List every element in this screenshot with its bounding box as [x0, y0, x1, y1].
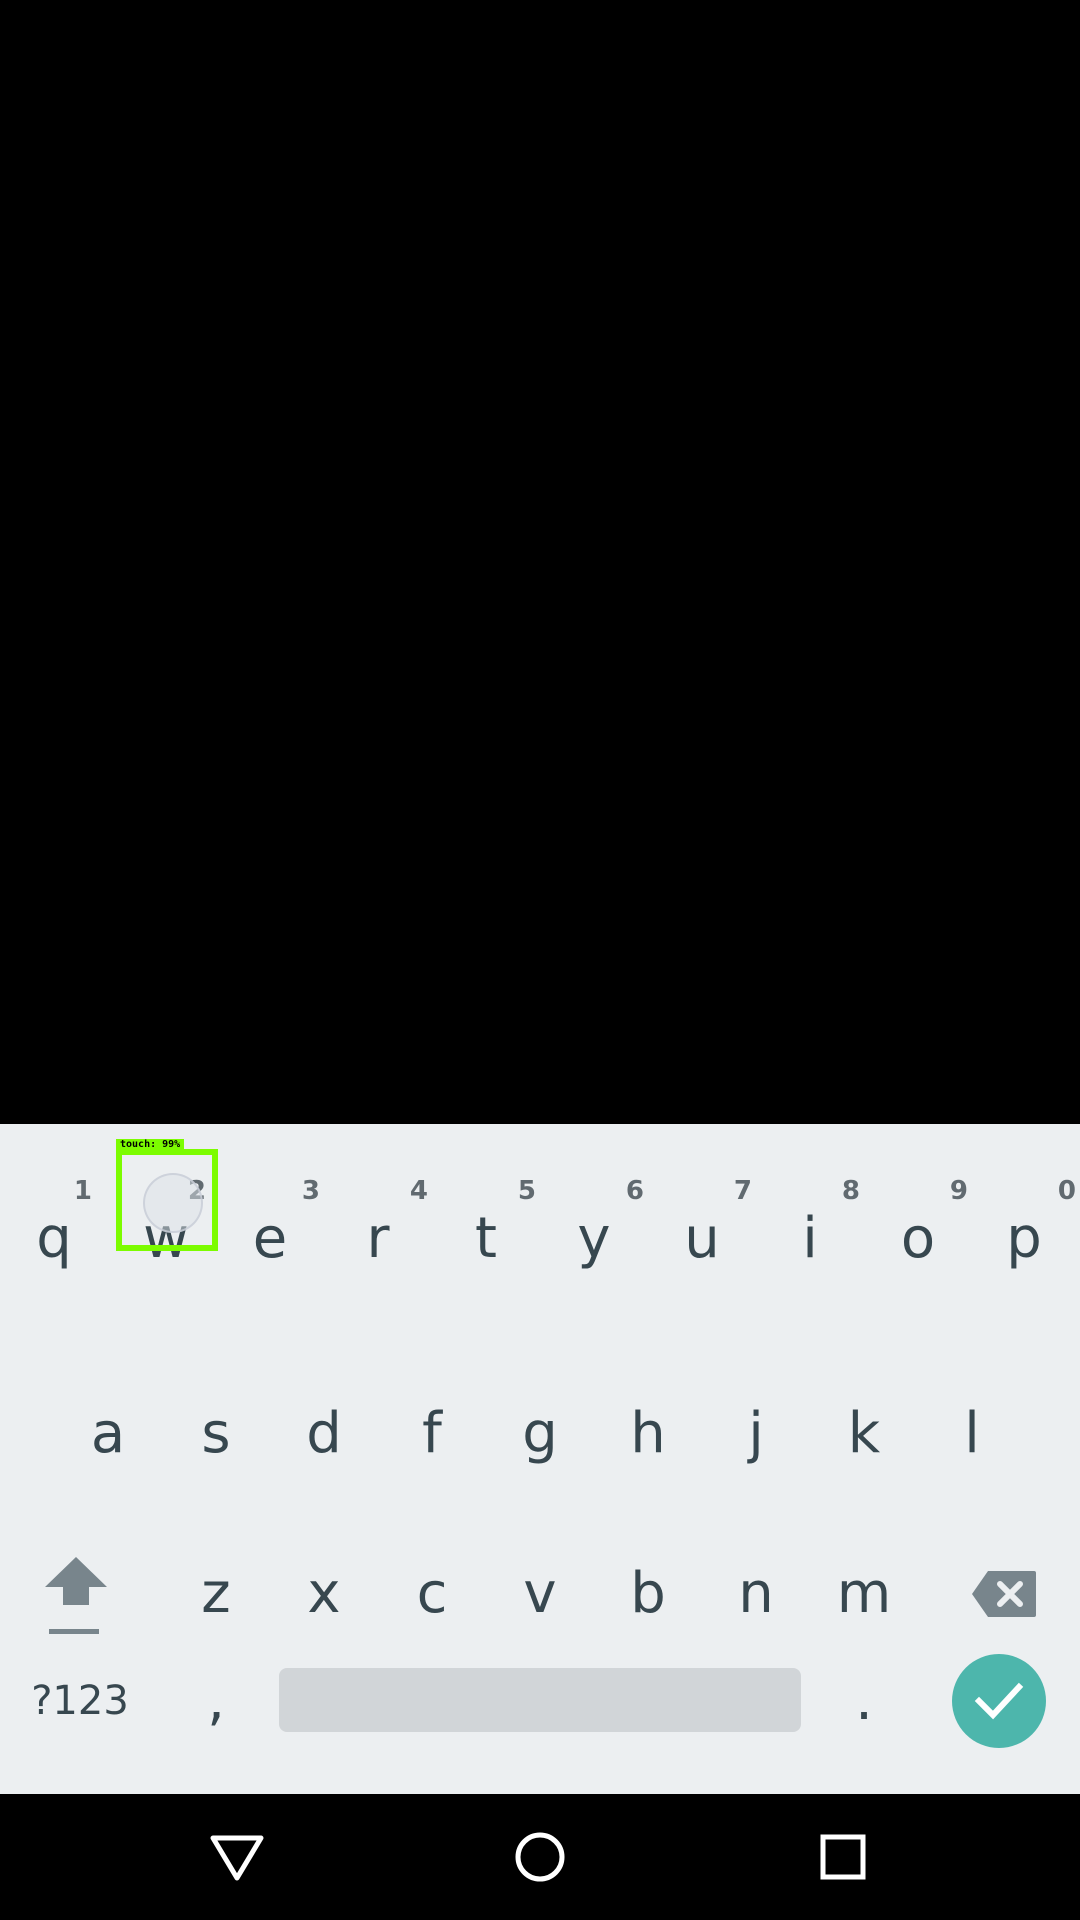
key-hint: 7	[733, 1176, 752, 1206]
key-y[interactable]: y 6	[540, 1154, 648, 1304]
enter-key[interactable]	[952, 1654, 1046, 1748]
key-label: y	[577, 1206, 611, 1271]
key-hint: 1	[73, 1176, 92, 1206]
key-label: t	[475, 1206, 497, 1271]
key-label: o	[900, 1206, 936, 1271]
symbols-key[interactable]: ?123	[20, 1654, 140, 1748]
key-n[interactable]: n	[702, 1534, 810, 1654]
key-label: .	[855, 1668, 873, 1733]
key-p[interactable]: p 0	[970, 1154, 1078, 1304]
backspace-icon	[970, 1569, 1038, 1619]
home-circle-icon[interactable]	[505, 1822, 575, 1892]
touch-label: touch: 99%	[116, 1139, 185, 1151]
key-r[interactable]: r 4	[324, 1154, 432, 1304]
key-label: e	[252, 1206, 288, 1271]
navigation-bar	[0, 1794, 1080, 1920]
key-j[interactable]: j	[702, 1374, 810, 1494]
key-x[interactable]: x	[270, 1534, 378, 1654]
key-z[interactable]: z	[162, 1534, 270, 1654]
shift-icon	[41, 1549, 111, 1639]
back-triangle-icon[interactable]	[202, 1822, 272, 1892]
key-label: h	[630, 1401, 666, 1466]
key-hint: 4	[409, 1176, 428, 1206]
key-label: b	[630, 1561, 666, 1626]
key-label: l	[964, 1401, 980, 1466]
soft-keyboard: q 1 w 2 e 3 r 4 t 5 y 6 u 7 i 8 o 9 p 0 …	[0, 1124, 1080, 1794]
key-label: m	[836, 1561, 892, 1626]
checkmark-icon	[974, 1681, 1024, 1721]
key-label: ?123	[31, 1678, 129, 1724]
key-c[interactable]: c	[378, 1534, 486, 1654]
key-label: ,	[207, 1668, 225, 1733]
key-label: u	[684, 1206, 720, 1271]
key-u[interactable]: u 7	[648, 1154, 756, 1304]
space-bar[interactable]	[279, 1668, 801, 1732]
shift-key[interactable]	[20, 1534, 132, 1654]
key-label: v	[523, 1561, 557, 1626]
key-label: q	[36, 1206, 72, 1271]
key-hint: 2	[187, 1176, 206, 1206]
key-label: j	[748, 1401, 764, 1466]
key-s[interactable]: s	[162, 1374, 270, 1494]
key-hint: 5	[517, 1176, 536, 1206]
key-label: w	[143, 1206, 189, 1271]
key-hint: 6	[625, 1176, 644, 1206]
key-g[interactable]: g	[486, 1374, 594, 1494]
key-label: c	[416, 1561, 448, 1626]
key-f[interactable]: f	[378, 1374, 486, 1494]
key-label: k	[847, 1401, 881, 1466]
comma-key[interactable]: ,	[162, 1654, 270, 1748]
key-label: f	[422, 1401, 442, 1466]
key-t[interactable]: t 5	[432, 1154, 540, 1304]
key-label: n	[738, 1561, 774, 1626]
key-o[interactable]: o 9	[864, 1154, 972, 1304]
key-label: x	[307, 1561, 341, 1626]
key-q[interactable]: q 1	[0, 1154, 108, 1304]
key-a[interactable]: a	[54, 1374, 162, 1494]
key-hint: 3	[301, 1176, 320, 1206]
key-h[interactable]: h	[594, 1374, 702, 1494]
key-l[interactable]: l	[918, 1374, 1026, 1494]
app-content-area	[0, 0, 1080, 1124]
period-key[interactable]: .	[810, 1654, 918, 1748]
key-label: s	[201, 1401, 231, 1466]
key-i[interactable]: i 8	[756, 1154, 864, 1304]
key-w[interactable]: w 2	[112, 1154, 220, 1304]
key-d[interactable]: d	[270, 1374, 378, 1494]
key-b[interactable]: b	[594, 1534, 702, 1654]
key-hint: 9	[949, 1176, 968, 1206]
recents-square-icon[interactable]	[808, 1822, 878, 1892]
key-label: z	[201, 1561, 231, 1626]
key-label: r	[366, 1206, 390, 1271]
key-v[interactable]: v	[486, 1534, 594, 1654]
key-label: p	[1006, 1206, 1042, 1271]
key-label: g	[522, 1401, 558, 1466]
key-e[interactable]: e 3	[216, 1154, 324, 1304]
key-hint: 0	[1057, 1176, 1076, 1206]
key-label: d	[306, 1401, 342, 1466]
key-hint: 8	[841, 1176, 860, 1206]
key-m[interactable]: m	[810, 1534, 918, 1654]
key-label: a	[90, 1401, 126, 1466]
key-k[interactable]: k	[810, 1374, 918, 1494]
key-label: i	[802, 1206, 818, 1271]
backspace-key[interactable]	[948, 1534, 1060, 1654]
